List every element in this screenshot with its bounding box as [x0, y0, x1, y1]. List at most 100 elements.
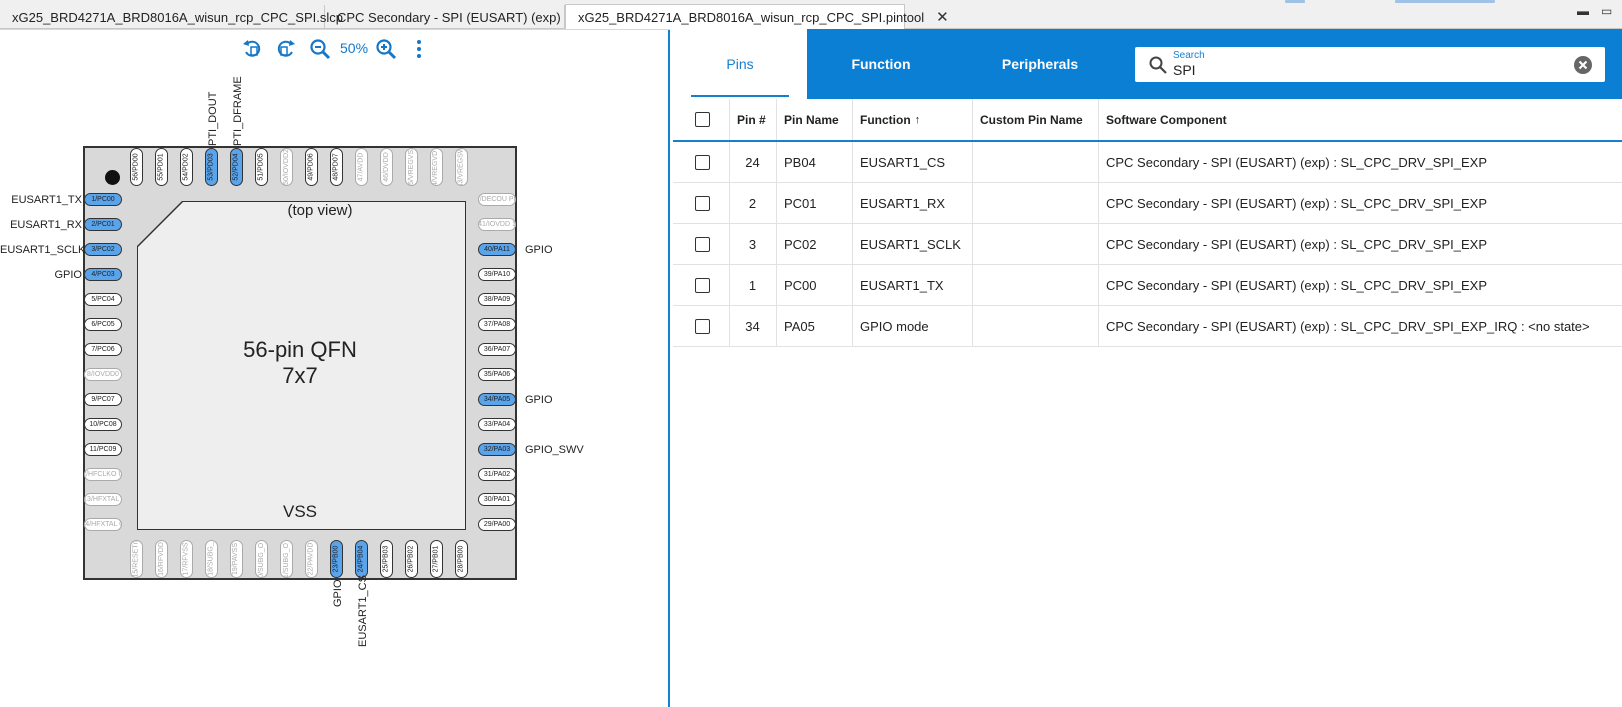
maximize-icon[interactable]: ▭: [1601, 4, 1612, 18]
header-custom-pin-name[interactable]: Custom Pin Name: [972, 99, 1083, 140]
pin-25[interactable]: 25/PB03: [380, 540, 393, 578]
pin-17[interactable]: 17/RFVSS: [180, 540, 193, 578]
cell-function: EUSART1_SCLK: [860, 236, 961, 252]
pin-50[interactable]: 50/IOVDD2: [280, 148, 293, 186]
pin-28[interactable]: 28/PB00: [455, 540, 468, 578]
header-software-component[interactable]: Software Component: [1098, 99, 1227, 140]
pin-3[interactable]: 3/PC02: [84, 243, 122, 256]
pin-24[interactable]: 24/PB04: [355, 540, 368, 578]
pin-21[interactable]: 21/SUBG_O N: [280, 540, 293, 578]
pin-9[interactable]: 9/PC07: [84, 393, 122, 406]
pin-22[interactable]: 22/PAVDD: [305, 540, 318, 578]
pin-14[interactable]: 14/HFXTAL O: [84, 518, 122, 531]
cell-custom[interactable]: [972, 224, 980, 264]
signal-label: GPIO: [54, 269, 82, 281]
row-checkbox[interactable]: [695, 277, 710, 293]
pin-16[interactable]: 16/RFVDD: [155, 540, 168, 578]
header-pin-name[interactable]: Pin Name: [776, 99, 839, 140]
select-all-checkbox[interactable]: [695, 112, 710, 127]
cell-custom[interactable]: [972, 306, 980, 346]
more-options-icon[interactable]: [408, 38, 430, 60]
pin-41[interactable]: 41/IOVDD 1: [478, 218, 516, 231]
pin-15[interactable]: 15/RESETn: [130, 540, 143, 578]
header-function[interactable]: Function ↑: [852, 99, 920, 140]
pin-55[interactable]: 55/PD01: [155, 148, 168, 186]
pin-42[interactable]: 42/DECOU PLE: [478, 193, 516, 206]
pin-35[interactable]: 35/PA06: [478, 368, 516, 381]
cell-custom[interactable]: [972, 265, 980, 305]
pin-13[interactable]: 13/HFXTAL I: [84, 493, 122, 506]
pin-52[interactable]: 52/PD04: [230, 148, 243, 186]
tab-function[interactable]: Function: [807, 29, 955, 99]
pin-33[interactable]: 33/PA04: [478, 418, 516, 431]
cell-custom[interactable]: [972, 183, 980, 223]
zoom-in-icon[interactable]: [375, 38, 397, 60]
cell-custom[interactable]: [972, 142, 980, 182]
cell-name: PC01: [784, 195, 817, 211]
pin-19[interactable]: 19/PAVSS: [230, 540, 243, 578]
pin-31[interactable]: 31/PA02: [478, 468, 516, 481]
pin-6[interactable]: 6/PC05: [84, 318, 122, 331]
pin-49[interactable]: 49/PD06: [305, 148, 318, 186]
search-input[interactable]: Search SPI: [1135, 47, 1605, 82]
pin-38[interactable]: 38/PA09: [478, 293, 516, 306]
pin-53[interactable]: 53/PD03: [205, 148, 218, 186]
pin-30[interactable]: 30/PA01: [478, 493, 516, 506]
signal-label: PTI_DOUT: [207, 91, 219, 146]
pin-4[interactable]: 4/PC03: [84, 268, 122, 281]
rotate-right-icon[interactable]: [275, 38, 297, 60]
header-pin-number[interactable]: Pin #: [729, 99, 766, 140]
tab-pintool[interactable]: xG25_BRD4271A_BRD8016A_wisun_rcp_CPC_SPI…: [565, 4, 949, 29]
row-checkbox[interactable]: [695, 318, 710, 334]
pin-51[interactable]: 51/PD05: [255, 148, 268, 186]
row-checkbox[interactable]: [695, 195, 710, 211]
pin-20[interactable]: 20/SUBG_O P: [255, 540, 268, 578]
pin-45[interactable]: 45/VREGVSS: [405, 148, 418, 186]
pin-2[interactable]: 2/PC01: [84, 218, 122, 231]
pin-5[interactable]: 5/PC04: [84, 293, 122, 306]
tab-component[interactable]: CPC Secondary - SPI (EUSART) (exp): [325, 5, 565, 29]
pin-27[interactable]: 27/PB01: [430, 540, 443, 578]
minimize-icon[interactable]: ▬: [1577, 4, 1589, 18]
table-row[interactable]: 1 PC00 EUSART1_TX CPC Secondary - SPI (EUSA…: [673, 265, 1622, 306]
search-value[interactable]: SPI: [1173, 62, 1196, 78]
pin-18[interactable]: 18/SUBG_: [205, 540, 218, 578]
pin-11[interactable]: 11/PC09: [84, 443, 122, 456]
clear-search-icon[interactable]: [1573, 55, 1593, 75]
table-row[interactable]: 24 PB04 EUSART1_CS CPC Secondary - SPI (EUS…: [673, 142, 1622, 183]
pin-48[interactable]: 48/PD07: [330, 148, 343, 186]
table-row[interactable]: 34 PA05 GPIO mode CPC Secondary - SPI (EUSA…: [673, 306, 1622, 347]
close-icon[interactable]: ✕: [936, 8, 949, 26]
pin-39[interactable]: 39/PA10: [478, 268, 516, 281]
pin-43[interactable]: 43/VREGSW: [455, 148, 468, 186]
zoom-out-icon[interactable]: [309, 38, 331, 60]
rotate-left-icon[interactable]: [241, 38, 263, 60]
pin-7[interactable]: 7/PC06: [84, 343, 122, 356]
pin-29[interactable]: 29/PA00: [478, 518, 516, 531]
pin-26[interactable]: 26/PB02: [405, 540, 418, 578]
pin-34[interactable]: 34/PA05: [478, 393, 516, 406]
pin-46[interactable]: 46/DVDD: [380, 148, 393, 186]
pin-8[interactable]: 8/IOVDD0: [84, 368, 122, 381]
cell-function: EUSART1_CS: [860, 154, 946, 170]
pin-44[interactable]: 44/VREGVD D: [430, 148, 443, 186]
row-checkbox[interactable]: [695, 154, 710, 170]
table-row[interactable]: 3 PC02 EUSART1_SCLK CPC Secondary - SPI (EU…: [673, 224, 1622, 265]
signal-label: GPIO: [525, 394, 553, 406]
tab-slcp[interactable]: xG25_BRD4271A_BRD8016A_wisun_rcp_CPC_SPI…: [0, 5, 343, 29]
table-row[interactable]: 2 PC01 EUSART1_RX CPC Secondary - SPI (EUSA…: [673, 183, 1622, 224]
tab-peripherals[interactable]: Peripherals: [955, 29, 1125, 99]
pin-47[interactable]: 47/AVDD: [355, 148, 368, 186]
pin-56[interactable]: 56/PD00: [130, 148, 143, 186]
tab-pins[interactable]: Pins: [673, 29, 807, 99]
pin-40[interactable]: 40/PA11: [478, 243, 516, 256]
pin-54[interactable]: 54/PD02: [180, 148, 193, 186]
pin-12[interactable]: 12/HFCLKO UT: [84, 468, 122, 481]
row-checkbox[interactable]: [695, 236, 710, 252]
pin-10[interactable]: 10/PC08: [84, 418, 122, 431]
pin-37[interactable]: 37/PA08: [478, 318, 516, 331]
pin-36[interactable]: 36/PA07: [478, 343, 516, 356]
pin-23[interactable]: 23/PB00: [330, 540, 343, 578]
pin-1[interactable]: 1/PC00: [84, 193, 122, 206]
pin-32[interactable]: 32/PA03: [478, 443, 516, 456]
